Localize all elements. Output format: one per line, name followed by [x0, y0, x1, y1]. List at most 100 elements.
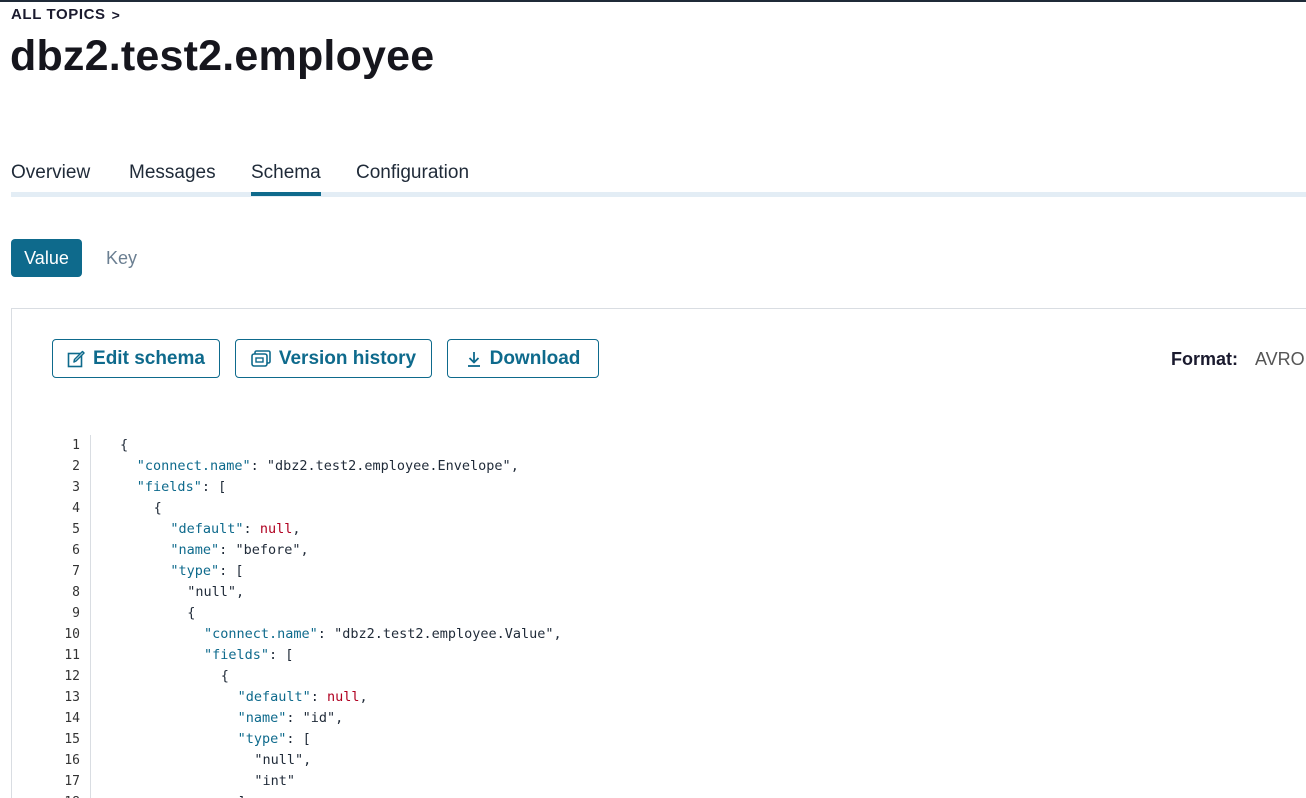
code-text: "type": [ [238, 729, 311, 750]
download-button[interactable]: Download [447, 339, 599, 378]
code-line: 15 "type": [ [12, 729, 1302, 750]
json-punctuation: { [187, 605, 196, 621]
code-text: { [154, 498, 162, 519]
json-keyword: null [259, 521, 293, 537]
code-line: 7 "type": [ [12, 561, 1302, 582]
line-number: 6 [72, 543, 80, 558]
code-line: 16 "null", [12, 750, 1302, 771]
json-punctuation: , [359, 689, 368, 705]
line-number: 16 [64, 753, 80, 768]
json-punctuation: : [286, 710, 303, 726]
json-key: "connect.name" [204, 626, 318, 642]
breadcrumb[interactable]: ALL TOPICS > [11, 6, 120, 23]
code-text: "int" [254, 771, 295, 792]
code-line: 18] [12, 792, 1302, 798]
tab-messages[interactable]: Messages [129, 158, 216, 196]
line-number: 11 [64, 648, 80, 663]
tab-schema[interactable]: Schema [251, 158, 321, 196]
code-text: "default": null, [238, 687, 368, 708]
download-icon [466, 350, 482, 368]
json-keyword: null [327, 689, 360, 705]
json-string: "before" [235, 542, 301, 558]
edit-icon [67, 350, 85, 368]
code-text: { [221, 666, 229, 687]
code-text: "name": "id", [238, 708, 344, 729]
line-number: 13 [64, 690, 80, 705]
version-history-label: Version history [278, 347, 417, 369]
line-number: 14 [64, 711, 80, 726]
line-number: 7 [72, 564, 80, 579]
json-key: "type" [170, 563, 220, 579]
subtab-key[interactable]: Key [106, 239, 137, 277]
code-line: 2 "connect.name": "dbz2.test2.employee.En… [12, 456, 1302, 477]
version-history-button[interactable]: Version history [235, 339, 432, 378]
json-punctuation: { [153, 500, 162, 516]
json-punctuation: : [ [201, 479, 227, 495]
json-key: "type" [237, 731, 287, 747]
line-number: 2 [72, 459, 80, 474]
code-line: 8 "null", [12, 582, 1302, 603]
json-punctuation: : [ [219, 563, 244, 579]
code-line: 13 "default": null, [12, 687, 1302, 708]
json-punctuation: : [219, 542, 236, 558]
code-text: "default": null, [170, 519, 300, 540]
page-title: dbz2.test2.employee [10, 32, 435, 80]
json-string: "id" [302, 710, 336, 726]
json-punctuation: , [235, 584, 245, 600]
tab-configuration[interactable]: Configuration [356, 158, 469, 196]
json-key: "fields" [204, 647, 270, 663]
line-number: 8 [72, 585, 80, 600]
code-line: 1{ [12, 435, 1302, 456]
json-punctuation: : [ [269, 647, 294, 663]
code-line: 12 { [12, 666, 1302, 687]
line-number: 15 [64, 732, 80, 747]
json-punctuation: { [220, 668, 229, 684]
code-text: "connect.name": "dbz2.test2.employee.Env… [137, 456, 519, 477]
json-string: "int" [254, 773, 296, 789]
code-text: { [187, 603, 195, 624]
code-text: "fields": [ [204, 645, 293, 666]
breadcrumb-all-topics[interactable]: ALL TOPICS [11, 6, 106, 23]
code-text: { [120, 435, 128, 456]
code-text: "fields": [ [137, 477, 226, 498]
code-line: 5 "default": null, [12, 519, 1302, 540]
schema-panel: Edit schema Version history Download For… [11, 308, 1306, 798]
chevron-right-icon: > [111, 6, 121, 23]
json-punctuation: : [310, 689, 328, 705]
code-line: 11 "fields": [ [12, 645, 1302, 666]
json-punctuation: ] [238, 794, 246, 798]
edit-schema-button[interactable]: Edit schema [52, 339, 220, 378]
line-number: 18 [12, 792, 80, 798]
json-punctuation: : [317, 626, 335, 642]
code-text: "type": [ [170, 561, 243, 582]
json-key: "fields" [136, 479, 202, 495]
line-number: 9 [72, 606, 80, 621]
line-number: 3 [72, 480, 80, 495]
code-text: "connect.name": "dbz2.test2.employee.Val… [204, 624, 562, 645]
format-label: Format: [1171, 349, 1238, 369]
line-number: 4 [72, 501, 80, 516]
code-line: 17 "int" [12, 771, 1302, 792]
json-punctuation: , [510, 458, 519, 474]
line-number: 5 [72, 522, 80, 537]
code-line: 4{ [12, 498, 1302, 519]
edit-schema-label: Edit schema [93, 347, 205, 369]
tab-overview[interactable]: Overview [11, 158, 90, 196]
line-number: 10 [64, 627, 80, 642]
json-punctuation: { [120, 437, 129, 453]
code-text: "name": "before", [170, 540, 308, 561]
json-punctuation: , [335, 710, 344, 726]
version-history-icon [251, 349, 271, 368]
json-punctuation: : [243, 521, 260, 537]
code-line: 9{ [12, 603, 1302, 624]
json-key: "default" [170, 521, 244, 537]
format-value: AVRO [1255, 349, 1305, 369]
json-string: "null" [187, 584, 236, 600]
subtab-value[interactable]: Value [11, 239, 82, 277]
line-number: 1 [72, 438, 80, 453]
json-string: "dbz2.test2.employee.Envelope" [266, 458, 511, 474]
json-string: "null" [254, 752, 304, 768]
code-line: 14 "name": "id", [12, 708, 1302, 729]
schema-code-viewer[interactable]: 1{2 "connect.name": "dbz2.test2.employee.… [12, 435, 1302, 798]
line-number: 12 [64, 669, 80, 684]
